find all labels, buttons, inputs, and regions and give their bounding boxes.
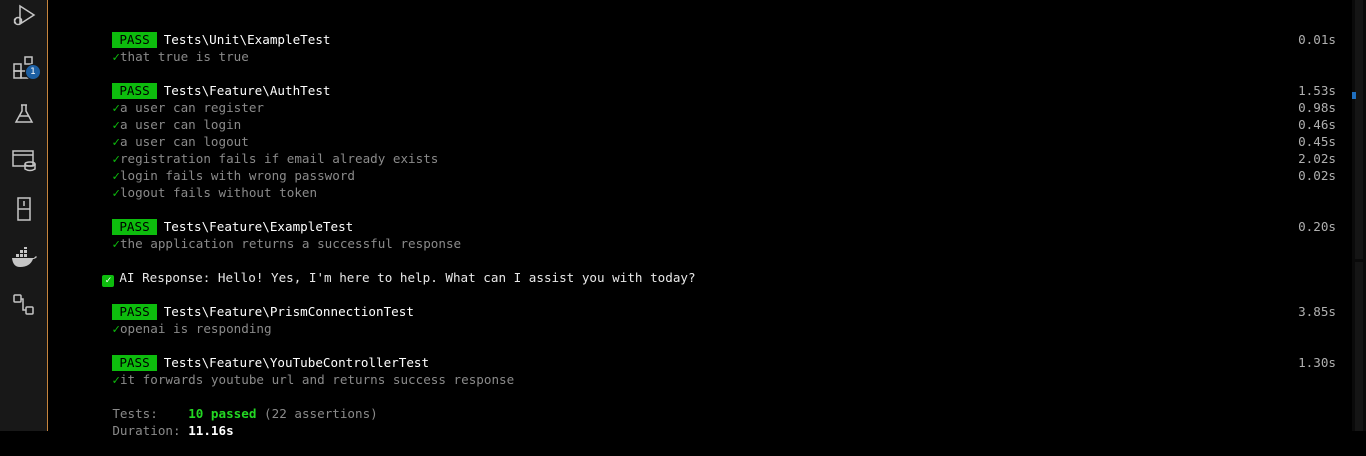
test-duration: 1.30s: [1298, 355, 1336, 370]
test-duration: 0.45s: [1298, 134, 1336, 149]
suite-header: PASS Tests\Feature\ExampleTest: [82, 201, 1336, 235]
check-icon: ✓: [112, 236, 120, 251]
scroll-track[interactable]: [1355, 262, 1363, 431]
extensions-badge: 1: [25, 64, 41, 80]
check-icon: ✓: [112, 49, 120, 64]
test-result-row: ✓it forwards youtube url and returns suc…: [82, 354, 1336, 387]
check-icon: ✓: [112, 321, 120, 336]
test-duration: 0.46s: [1298, 117, 1336, 132]
scroll-marker: [1352, 92, 1356, 99]
test-result-row: ✓a user can logout 0.46s: [82, 116, 1336, 149]
suite-header: PASS Tests\Feature\AuthTest: [82, 65, 1336, 99]
test-duration: 0.98s: [1298, 100, 1336, 115]
suite-header: PASS Tests\Feature\YouTubeControllerTest: [82, 337, 1336, 371]
test-result-row: ✓logout fails without token 0.02s: [82, 167, 1336, 200]
test-result-row: ✓the application returns a successful re…: [82, 218, 1336, 251]
run-debug-icon[interactable]: [0, 0, 47, 36]
suite-header: PASS Tests\Feature\PrismConnectionTest: [82, 286, 1336, 320]
source-graph-icon[interactable]: [0, 285, 47, 325]
check-icon: ✓: [112, 372, 120, 387]
test-name: openai is responding: [119, 321, 272, 336]
terminal-output[interactable]: PASS Tests\Unit\ExampleTest ✓that true is…: [48, 0, 1352, 438]
check-icon: ✓: [112, 185, 120, 200]
test-result-row: ✓a user can register 1.53s: [82, 82, 1336, 115]
test-duration: 0.01s: [1298, 32, 1336, 47]
suite-header: PASS Tests\Unit\ExampleTest: [82, 14, 1336, 48]
ai-response-text: AI Response: Hello! Yes, I'm here to hel…: [119, 270, 696, 285]
database-icon[interactable]: [0, 189, 47, 229]
test-duration: 1.53s: [1298, 83, 1336, 98]
summary-duration-line: Duration: 11.16s: [82, 405, 1336, 438]
scroll-thumb[interactable]: [1355, 0, 1363, 259]
test-result-row: ✓login fails with wrong password 2.02s: [82, 150, 1336, 183]
testing-icon[interactable]: [0, 94, 47, 134]
ai-response-line: ✓ AI Response: Hello! Yes, I'm here to he…: [72, 252, 1336, 287]
docker-icon[interactable]: [0, 238, 47, 278]
summary-tests-line: Tests: 10 passed (22 assertions): [82, 388, 1336, 421]
test-result-row: ✓openai is responding 3.85s: [82, 303, 1336, 336]
terminal-scrollbar[interactable]: [1352, 0, 1366, 431]
test-result-row: ✓registration fails if email already exi…: [82, 133, 1336, 166]
test-name: that true is true: [119, 49, 249, 64]
activity-bar: 1: [0, 0, 48, 431]
test-result-row: ✓that true is true 0.01s: [82, 31, 1336, 64]
test-duration: 0.20s: [1298, 219, 1336, 234]
remote-explorer-icon[interactable]: [0, 140, 47, 180]
test-duration: 0.02s: [1298, 168, 1336, 183]
test-name: it forwards youtube url and returns succ…: [119, 372, 515, 387]
test-name: logout fails without token: [119, 185, 318, 200]
test-duration: 3.85s: [1298, 304, 1336, 319]
test-result-row: ✓a user can login 0.98s: [82, 99, 1336, 132]
extensions-icon[interactable]: 1: [0, 47, 47, 87]
test-duration: 2.02s: [1298, 151, 1336, 166]
test-name: the application returns a successful res…: [119, 236, 462, 251]
